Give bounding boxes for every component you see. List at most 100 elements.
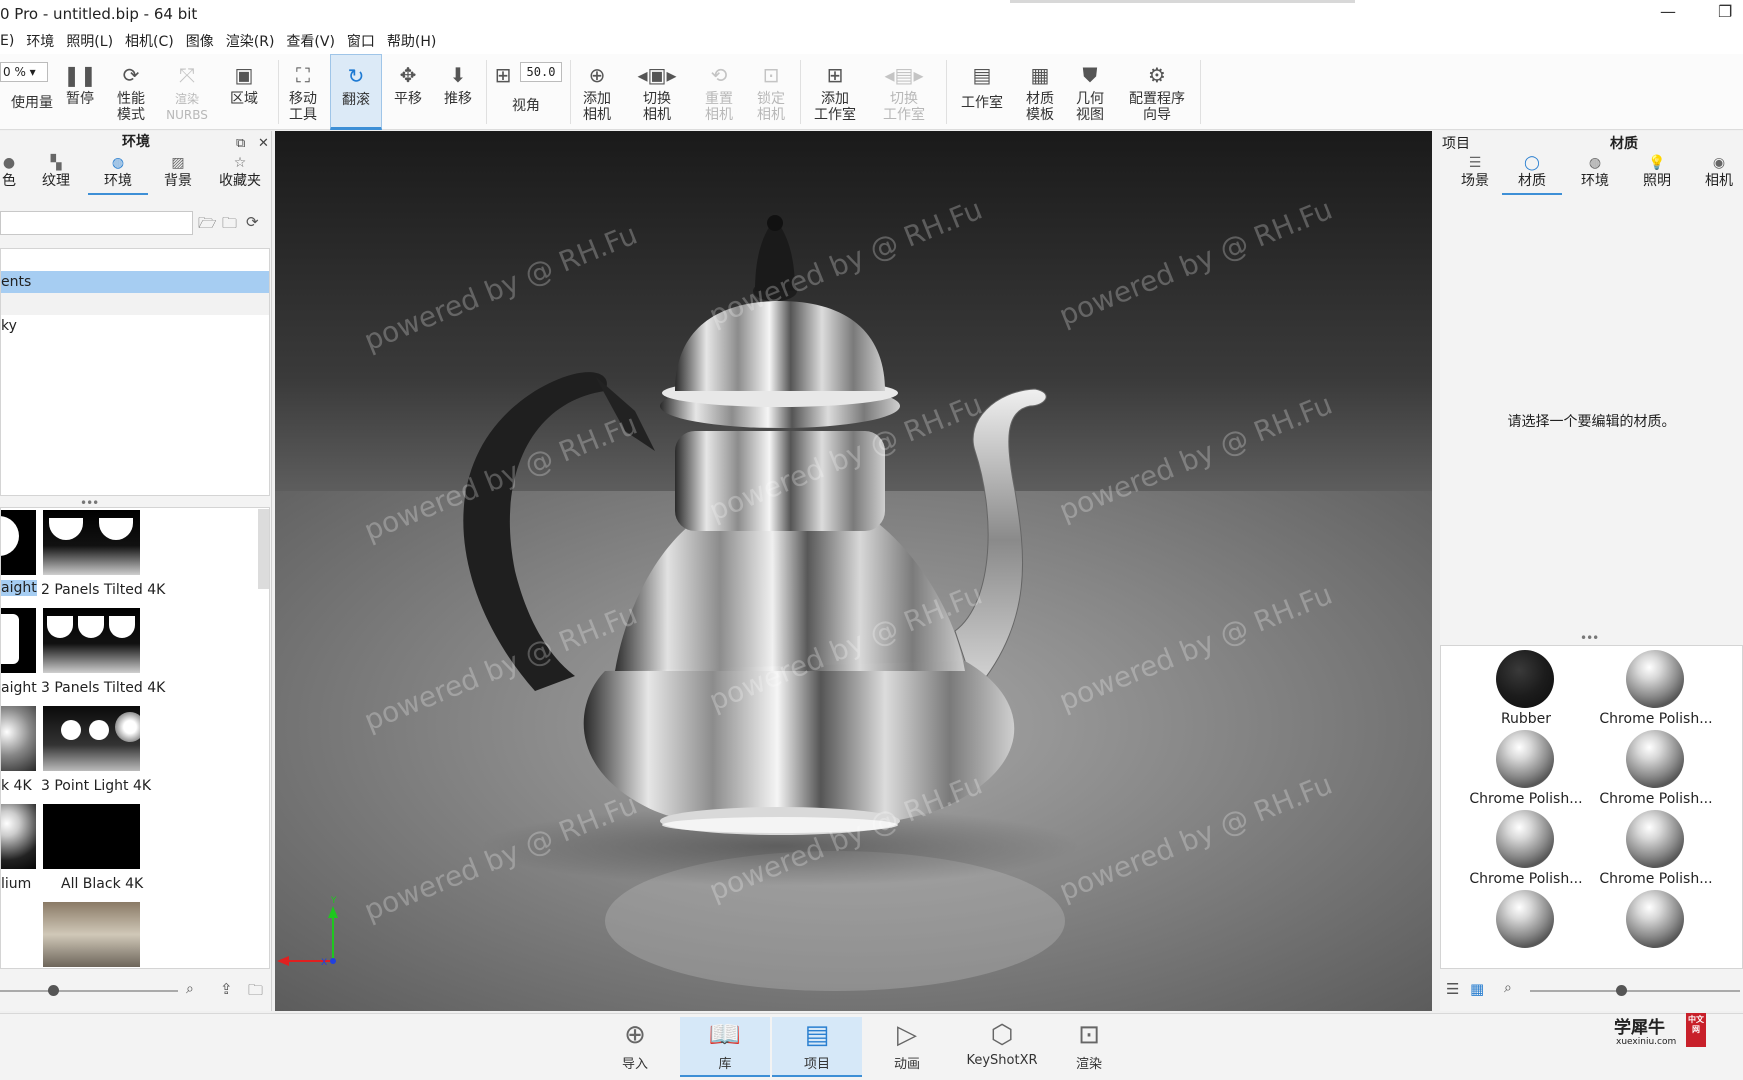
env-thumb[interactable]: 3 Panels Tilted 4K bbox=[41, 606, 165, 706]
tab-environment[interactable]: ◍ 环境 bbox=[88, 155, 148, 195]
render-nurbs-button[interactable]: ⤧ 渲染 NURBS bbox=[160, 54, 214, 130]
menu-help[interactable]: 帮助(H) bbox=[381, 31, 442, 51]
pan-button[interactable]: ✥ 平移 bbox=[386, 54, 430, 130]
region-button[interactable]: ▣ 区域 bbox=[222, 54, 266, 130]
library-button[interactable]: 📖 库 bbox=[680, 1017, 770, 1077]
swatch-size-slider-track[interactable] bbox=[1530, 990, 1740, 992]
studio-label: 工作室 bbox=[961, 95, 1003, 111]
keyshotxr-button[interactable]: ⬡ KeyShotXR bbox=[952, 1017, 1052, 1077]
animation-button[interactable]: ▷ 动画 bbox=[862, 1017, 952, 1077]
env-thumb[interactable]: 3 Point Light 4K bbox=[41, 704, 151, 804]
thumbnail-size-slider-track[interactable] bbox=[0, 990, 178, 992]
folder-icon[interactable]: 🗀 bbox=[248, 980, 263, 1005]
float-panel-icon[interactable]: ⧉ bbox=[236, 133, 245, 155]
tree-item[interactable] bbox=[1, 293, 269, 315]
thumbnail-scrollbar[interactable] bbox=[258, 509, 269, 589]
pause-button[interactable]: ❚❚ 暂停 bbox=[60, 54, 100, 130]
library-search-input[interactable] bbox=[0, 211, 193, 235]
refresh-icon[interactable]: ⟳ bbox=[246, 213, 259, 231]
add-studio-button[interactable]: ⊞ 添加 工作室 bbox=[808, 54, 862, 130]
material-ball bbox=[1496, 650, 1554, 708]
zoom-icon[interactable]: ⌕ bbox=[1504, 980, 1512, 996]
render-viewport[interactable]: powered by @ RH.Fu powered by @ RH.Fu po… bbox=[275, 131, 1432, 1011]
dolly-button[interactable]: ⬇ 推移 bbox=[436, 54, 480, 130]
material-swatch[interactable]: Chrome Polish... bbox=[1451, 806, 1601, 894]
cloud-upload-icon[interactable]: ⇪ bbox=[220, 980, 233, 998]
menu-environment[interactable]: 环境 bbox=[20, 31, 60, 51]
tab-favorites[interactable]: ☆ 收藏夹 bbox=[216, 155, 264, 195]
minimize-button[interactable]: — bbox=[1660, 2, 1676, 21]
material-swatch[interactable]: Chrome Polish... bbox=[1581, 726, 1731, 814]
toolbar-separator bbox=[278, 60, 279, 124]
menu-edit[interactable]: E) bbox=[0, 33, 20, 49]
color-icon: ● bbox=[2, 155, 16, 171]
usage-label: 使用量 bbox=[11, 95, 53, 111]
lock-camera-button[interactable]: ⊡ 锁定 相机 bbox=[748, 54, 794, 130]
material-swatch[interactable]: Rubber bbox=[1451, 646, 1601, 734]
material-template-button[interactable]: ▦ 材质 模板 bbox=[1018, 54, 1062, 130]
material-swatch[interactable]: Chrome Polish... bbox=[1581, 806, 1731, 894]
menu-lighting[interactable]: 照明(L) bbox=[60, 31, 119, 51]
import-button[interactable]: ⊕ 导入 bbox=[590, 1017, 680, 1077]
env-thumb[interactable]: lium bbox=[1, 802, 41, 902]
folder-add-icon[interactable]: 🗀 bbox=[222, 213, 237, 238]
add-studio-label: 添加 工作室 bbox=[814, 91, 856, 123]
tab-camera[interactable]: ◉ 相机 bbox=[1694, 155, 1743, 195]
project-button[interactable]: ▤ 项目 bbox=[772, 1017, 862, 1077]
tree-item[interactable]: ents bbox=[1, 271, 269, 293]
env-thumb[interactable]: aight bbox=[1, 606, 41, 706]
add-camera-button[interactable]: ⊕ 添加 相机 bbox=[574, 54, 620, 130]
material-swatch[interactable] bbox=[1581, 886, 1731, 968]
switch-studio-button[interactable]: ◂▤▸ 切换 工作室 bbox=[876, 54, 932, 130]
menu-view[interactable]: 查看(V) bbox=[280, 31, 341, 51]
tab-lighting[interactable]: 💡 照明 bbox=[1632, 155, 1682, 195]
restore-button[interactable]: ❐ bbox=[1718, 2, 1732, 21]
add-camera-label: 添加 相机 bbox=[583, 91, 611, 123]
studio-button[interactable]: ▤ 工作室 bbox=[956, 54, 1008, 130]
swatch-size-slider-handle[interactable] bbox=[1616, 985, 1627, 996]
tab-texture[interactable]: ▚ 纹理 bbox=[36, 155, 76, 195]
close-panel-icon[interactable]: ✕ bbox=[258, 133, 269, 155]
env-thumb[interactable]: All Black 4K bbox=[41, 802, 143, 902]
render-button[interactable]: ⊡ 渲染 bbox=[1044, 1017, 1134, 1077]
keyshotxr-label: KeyShotXR bbox=[966, 1053, 1038, 1068]
region-icon: ▣ bbox=[234, 63, 254, 87]
folder-open-icon[interactable]: 🗁 bbox=[198, 213, 217, 238]
material-swatch[interactable]: Chrome Polish... bbox=[1451, 726, 1601, 814]
switch-camera-button[interactable]: ◂▣▸ 切换 相机 bbox=[632, 54, 682, 130]
reset-camera-button[interactable]: ⟲ 重置 相机 bbox=[696, 54, 742, 130]
menu-render[interactable]: 渲染(R) bbox=[220, 31, 281, 51]
configurator-wizard-button[interactable]: ⚙ 配置程序 向导 bbox=[1120, 54, 1194, 130]
material-hint: 请选择一个要编辑的材质。 bbox=[1507, 414, 1676, 430]
geometry-view-button[interactable]: ⛊ 几何 视图 bbox=[1068, 54, 1112, 130]
zoom-icon[interactable]: ⌕ bbox=[186, 981, 194, 997]
material-template-icon: ▦ bbox=[1030, 63, 1050, 87]
env-thumb[interactable]: k 4K bbox=[1, 704, 41, 804]
thumbnail-size-slider-handle[interactable] bbox=[48, 985, 59, 996]
usage-button[interactable]: 使用量 bbox=[6, 54, 58, 130]
grid-view-icon[interactable]: ▦ bbox=[1470, 980, 1484, 998]
env-thumb[interactable] bbox=[41, 900, 143, 968]
move-tool-button[interactable]: ⛶ 移动 工具 bbox=[280, 54, 326, 130]
dolly-icon: ⬇ bbox=[449, 63, 467, 87]
tab-background[interactable]: ▨ 背景 bbox=[158, 155, 198, 195]
tree-item[interactable]: ky bbox=[1, 315, 269, 337]
menu-camera[interactable]: 相机(C) bbox=[119, 31, 180, 51]
tab-scene[interactable]: ☰ 场景 bbox=[1450, 155, 1500, 195]
material-swatch[interactable]: Chrome Polish... bbox=[1581, 646, 1731, 734]
menu-image[interactable]: 图像 bbox=[180, 31, 220, 51]
fov-input[interactable]: 50.0 bbox=[520, 62, 562, 82]
splitter-handle[interactable]: ••• bbox=[1580, 631, 1599, 645]
menu-window[interactable]: 窗口 bbox=[341, 31, 381, 51]
project-tab-label[interactable]: 项目 bbox=[1442, 133, 1470, 153]
tab-color[interactable]: ● 色 bbox=[0, 155, 18, 195]
env-thumb[interactable]: aight bbox=[1, 508, 41, 608]
env-thumb[interactable]: 2 Panels Tilted 4K bbox=[41, 508, 165, 608]
material-swatch[interactable] bbox=[1451, 886, 1601, 968]
tab-material[interactable]: ◯ 材质 bbox=[1502, 155, 1562, 195]
list-view-icon[interactable]: ☰ bbox=[1446, 980, 1459, 998]
menu-bar: E) 环境 照明(L) 相机(C) 图像 渲染(R) 查看(V) 窗口 帮助(H… bbox=[0, 28, 1743, 54]
tumble-button[interactable]: ↻ 翻滚 bbox=[330, 54, 382, 130]
performance-mode-button[interactable]: ⟳ 性能 模式 bbox=[108, 54, 154, 130]
tab-environment-right[interactable]: ◍ 环境 bbox=[1570, 155, 1620, 195]
